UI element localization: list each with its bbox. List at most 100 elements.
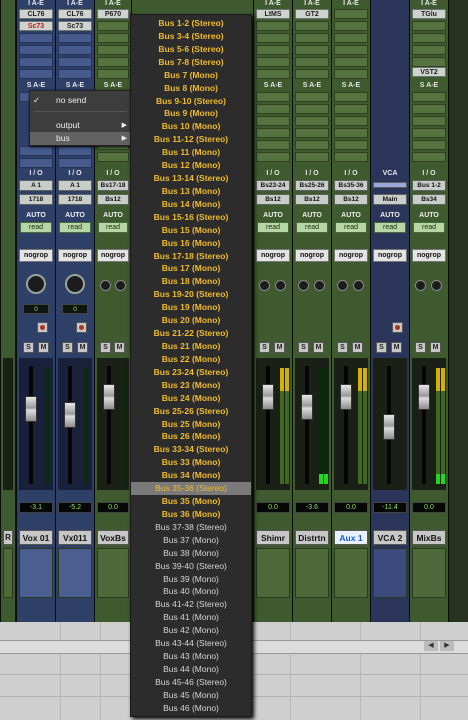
comments-area[interactable] (412, 548, 446, 598)
solo-button[interactable]: S (298, 342, 309, 353)
bus-menu-item[interactable]: Bus 17 (Mono) (131, 262, 251, 275)
insert-slot[interactable] (295, 45, 329, 55)
bus-menu-item[interactable]: Bus 23-24 (Stereo) (131, 366, 251, 379)
bus-menu-item[interactable]: Bus 16 (Mono) (131, 237, 251, 250)
insert-slot[interactable] (97, 33, 129, 43)
output-selector[interactable]: Main (373, 194, 407, 205)
insert-slot[interactable] (334, 45, 368, 55)
bus-menu-item[interactable]: Bus 11 (Mono) (131, 146, 251, 159)
insert-slot[interactable] (58, 45, 92, 55)
track-name[interactable]: VCA 2 (373, 530, 407, 545)
bus-menu-item[interactable]: Bus 15-16 (Stereo) (131, 211, 251, 224)
bus-menu-item[interactable]: Bus 39-40 (Stereo) (131, 560, 251, 573)
send-slot[interactable] (256, 152, 290, 162)
volume-readout[interactable]: -3.1 (19, 502, 53, 513)
pan-knob-left[interactable] (298, 280, 309, 291)
insert-slot[interactable]: VST2 (412, 67, 446, 77)
output-selector[interactable]: Bs12 (295, 194, 329, 205)
insert-slot[interactable] (256, 69, 290, 79)
insert-slot[interactable]: Sc73 (19, 21, 53, 31)
send-slot[interactable] (97, 152, 129, 162)
send-slot[interactable] (19, 146, 53, 156)
bus-menu-item[interactable]: Bus 37-38 (Stereo) (131, 521, 251, 534)
insert-slot[interactable] (412, 45, 446, 55)
insert-slot[interactable]: TGlu (412, 9, 446, 19)
send-slot[interactable] (256, 104, 290, 114)
solo-button[interactable]: S (415, 342, 426, 353)
send-slot[interactable] (256, 128, 290, 138)
send-slot[interactable] (412, 92, 446, 102)
bus-menu-item[interactable]: Bus 40 (Mono) (131, 585, 251, 598)
insert-slot[interactable] (97, 45, 129, 55)
track-name[interactable]: Vox 01 (19, 530, 53, 545)
mute-button[interactable]: M (114, 342, 125, 353)
send-slot[interactable] (412, 152, 446, 162)
bus-menu-item[interactable]: Bus 22 (Mono) (131, 353, 251, 366)
bus-menu-item[interactable]: Bus 42 (Mono) (131, 624, 251, 637)
group-selector[interactable]: nogrop (295, 249, 329, 262)
bus-menu-item[interactable]: Bus 45-46 (Stereo) (131, 676, 251, 689)
scroll-left-icon[interactable]: ◀ (424, 641, 438, 651)
insert-slot[interactable] (295, 69, 329, 79)
bus-menu-item[interactable]: Bus 19-20 (Stereo) (131, 288, 251, 301)
volume-readout[interactable]: -11.4 (373, 502, 407, 513)
bus-menu-item[interactable]: Bus 41-42 (Stereo) (131, 598, 251, 611)
insert-slot[interactable] (412, 21, 446, 31)
bus-menu-item[interactable]: Bus 8 (Mono) (131, 82, 251, 95)
automation-mode[interactable]: read (20, 222, 52, 233)
bus-menu-item[interactable]: Bus 46 (Mono) (131, 702, 251, 715)
input-gain-knob[interactable] (65, 274, 85, 294)
output-selector[interactable]: 1718 (58, 194, 92, 205)
insert-slot[interactable] (295, 33, 329, 43)
bus-menu-item[interactable]: Bus 44 (Mono) (131, 663, 251, 676)
send-slot[interactable] (334, 92, 368, 102)
send-slot[interactable] (295, 152, 329, 162)
volume-fader[interactable] (103, 384, 115, 410)
insert-slot[interactable] (19, 69, 53, 79)
pan-knob-left[interactable] (337, 280, 348, 291)
insert-slot[interactable] (334, 57, 368, 67)
volume-fader[interactable] (25, 396, 37, 422)
bus-menu-item[interactable]: Bus 10 (Mono) (131, 120, 251, 133)
insert-slot[interactable]: CL76 (58, 9, 92, 19)
menu-item-output[interactable]: output ▶ (30, 119, 131, 132)
insert-slot[interactable] (19, 33, 53, 43)
insert-slot[interactable] (295, 57, 329, 67)
insert-slot[interactable] (334, 69, 368, 79)
send-slot[interactable] (334, 104, 368, 114)
send-slot[interactable] (256, 92, 290, 102)
bus-menu-item[interactable]: Bus 25 (Mono) (131, 418, 251, 431)
bus-menu-item[interactable]: Bus 24 (Mono) (131, 392, 251, 405)
bus-menu-item[interactable]: Bus 21 (Mono) (131, 340, 251, 353)
automation-mode[interactable]: read (98, 222, 128, 233)
volume-readout[interactable]: 0.0 (334, 502, 368, 513)
comments-area[interactable] (256, 548, 290, 598)
bus-menu-item[interactable]: Bus 12 (Mono) (131, 159, 251, 172)
output-selector[interactable]: Bs34 (412, 194, 446, 205)
bus-menu-item[interactable]: Bus 20 (Mono) (131, 314, 251, 327)
mute-button[interactable]: M (430, 342, 441, 353)
send-slot[interactable] (412, 104, 446, 114)
insert-slot[interactable] (97, 57, 129, 67)
bus-menu-item[interactable]: Bus 33 (Mono) (131, 456, 251, 469)
bus-menu-item[interactable]: Bus 3-4 (Stereo) (131, 30, 251, 43)
bus-menu-item[interactable]: Bus 19 (Mono) (131, 301, 251, 314)
menu-item-bus[interactable]: bus ▶ (30, 132, 131, 145)
insert-slot[interactable] (58, 57, 92, 67)
send-slot[interactable] (256, 116, 290, 126)
menu-item-no-send[interactable]: ✓ no send (30, 94, 131, 107)
comments-area[interactable] (3, 548, 13, 598)
bus-menu-item[interactable]: Bus 38 (Mono) (131, 547, 251, 560)
track-name[interactable]: MixBs (412, 530, 446, 545)
insert-slot[interactable] (256, 33, 290, 43)
insert-slot[interactable] (97, 69, 129, 79)
volume-fader[interactable] (340, 384, 352, 410)
send-slot[interactable] (412, 128, 446, 138)
output-selector[interactable]: Bs12 (256, 194, 290, 205)
automation-mode[interactable]: read (257, 222, 289, 233)
record-button[interactable] (392, 322, 403, 333)
bus-menu-item[interactable]: Bus 26 (Mono) (131, 430, 251, 443)
volume-readout[interactable]: -5.2 (58, 502, 92, 513)
insert-slot[interactable] (412, 33, 446, 43)
solo-button[interactable]: S (337, 342, 348, 353)
